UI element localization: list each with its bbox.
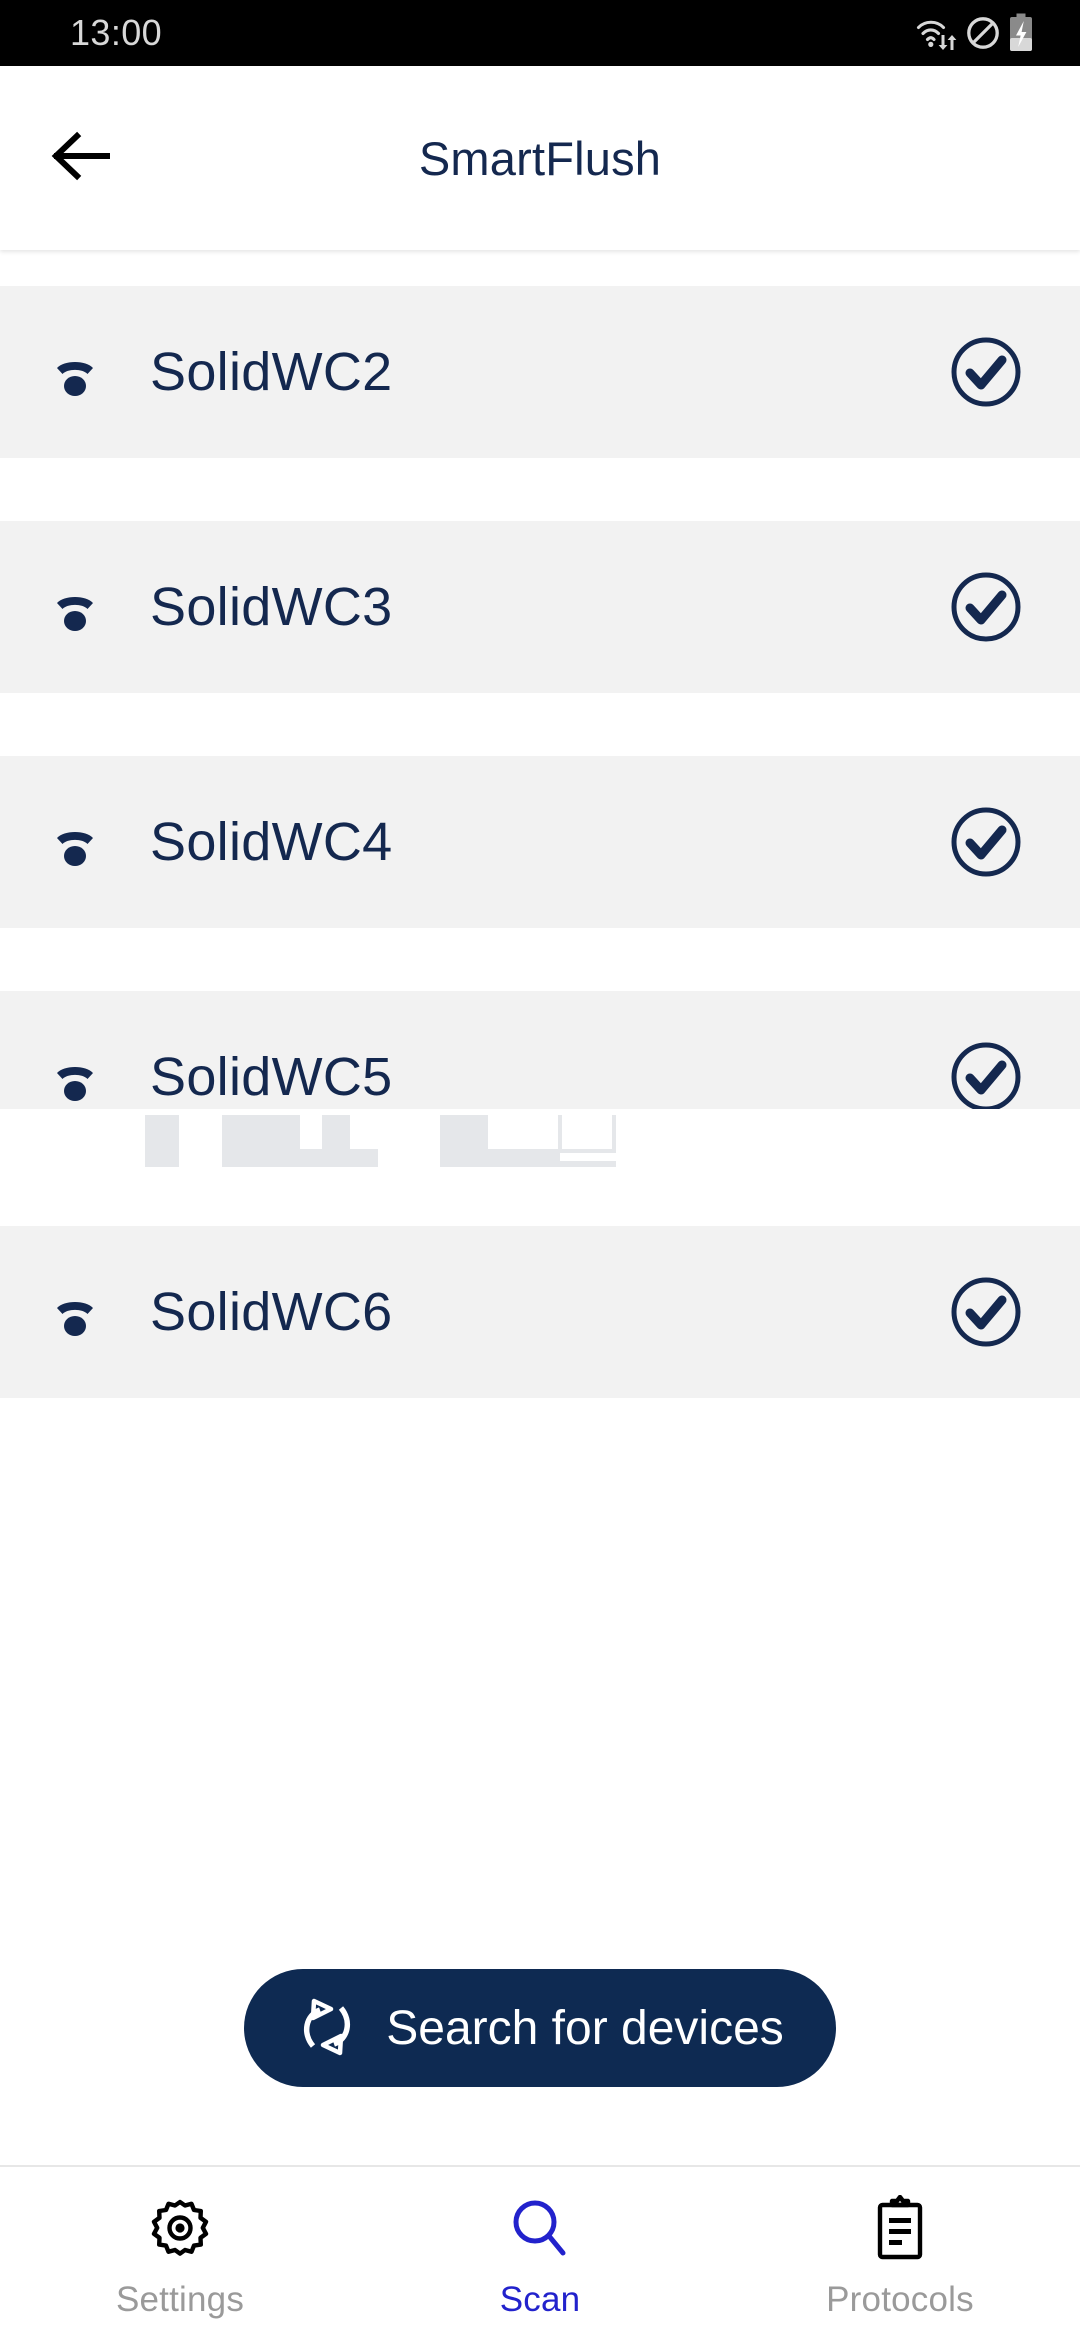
wifi-signal-low-icon (0, 344, 150, 400)
check-circle-icon[interactable] (938, 1275, 1034, 1349)
do-not-disturb-icon (965, 15, 1001, 51)
back-button[interactable] (44, 122, 116, 194)
nav-item-scan[interactable]: Scan (360, 2167, 720, 2340)
search-for-devices-button[interactable]: Search for devices (244, 1969, 836, 2087)
page-title: SmartFlush (418, 131, 662, 185)
status-bar-icons (916, 13, 1034, 53)
nav-label-protocols: Protocols (826, 2279, 974, 2319)
nav-item-settings[interactable]: Settings (0, 2167, 360, 2340)
battery-charging-icon (1008, 13, 1034, 53)
nav-label-settings: Settings (115, 2279, 245, 2319)
check-circle-icon[interactable] (938, 335, 1034, 409)
device-name: SolidWC6 (150, 1282, 393, 1342)
nav-item-protocols[interactable]: Protocols (720, 2167, 1080, 2340)
app-root: 13:00 SmartFlush SolidWC2 SolidWC3 Solid… (0, 0, 1080, 2340)
device-row[interactable]: SolidWC6 (0, 1226, 1080, 1398)
bottom-navigation: Settings Scan Protocols (0, 2165, 1080, 2340)
wifi-signal-low-icon (0, 1284, 150, 1340)
device-row[interactable]: SolidWC2 (0, 286, 1080, 458)
device-name: SolidWC2 (150, 342, 393, 402)
gear-icon (146, 2194, 214, 2264)
wifi-signal-low-icon (0, 814, 150, 870)
refresh-sync-icon (296, 1991, 358, 2066)
check-circle-icon[interactable] (938, 805, 1034, 879)
device-name: SolidWC5 (150, 1047, 393, 1107)
check-circle-icon[interactable] (938, 1040, 1034, 1114)
search-button-label: Search for devices (386, 2001, 784, 2055)
clipboard-list-icon (866, 2194, 934, 2264)
status-clock: 13:00 (70, 12, 163, 53)
device-name: SolidWC4 (150, 812, 393, 872)
device-list: SolidWC2 SolidWC3 SolidWC4 SolidWC5 Soli… (0, 250, 1080, 1969)
magnifier-icon (506, 2194, 574, 2264)
wifi-signal-low-icon (0, 579, 150, 635)
app-header: SmartFlush (0, 66, 1080, 250)
device-row[interactable]: SolidWC4 (0, 756, 1080, 928)
check-circle-icon[interactable] (938, 570, 1034, 644)
wifi-transfer-icon (916, 15, 958, 51)
wifi-signal-low-icon (0, 1049, 150, 1105)
search-area: Search for devices (0, 1969, 1080, 2165)
nav-label-scan: Scan (499, 2279, 581, 2319)
arrow-left-icon (49, 130, 111, 187)
status-bar: 13:00 (0, 0, 1080, 66)
device-name: SolidWC3 (150, 577, 393, 637)
device-row[interactable]: SolidWC3 (0, 521, 1080, 693)
device-row[interactable]: SolidWC5 (0, 991, 1080, 1163)
